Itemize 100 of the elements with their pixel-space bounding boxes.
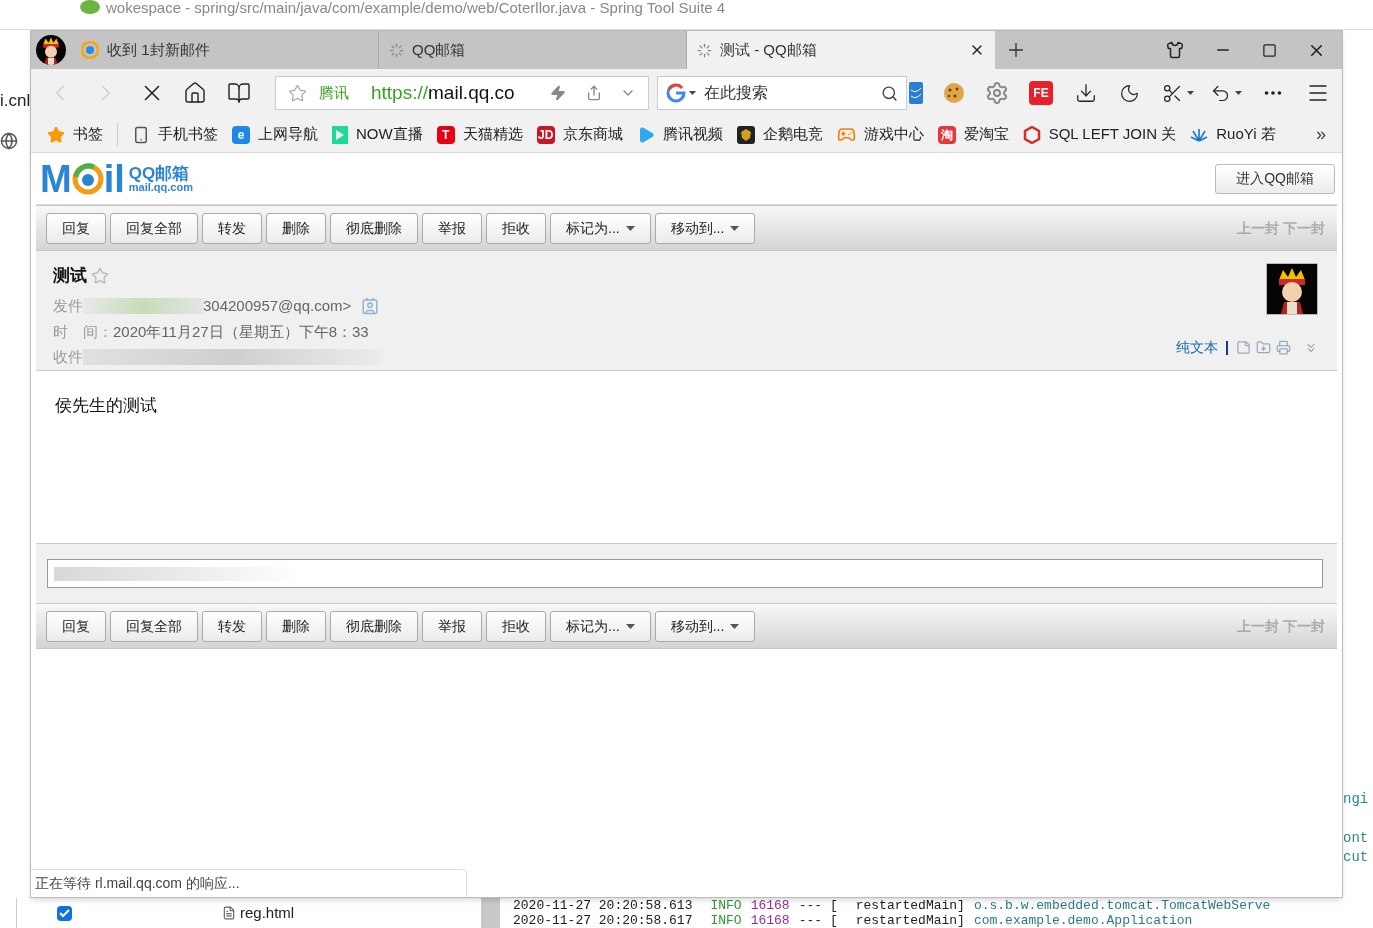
field-label: 时 间： (53, 322, 113, 342)
field-label: 收件 (53, 346, 83, 367)
logo-text: il (103, 159, 125, 198)
log-pid: 16168 (750, 913, 790, 928)
file-icon (222, 906, 236, 920)
bookmark-item[interactable]: 上网导航 (258, 123, 318, 146)
maximize-icon[interactable] (1262, 42, 1277, 58)
bookmark-item[interactable]: RuoYi 若 (1216, 123, 1276, 146)
sender-address: 304200957@qq.com> (203, 295, 352, 316)
log-thread: restartedMain] (855, 898, 965, 913)
address-bar[interactable]: 腾讯 https://mail.qq.co (275, 76, 649, 110)
search-field[interactable]: 在此搜索 (657, 76, 907, 110)
toolbar-button[interactable]: 删除 (266, 610, 326, 642)
log-level: INFO (710, 913, 742, 928)
check-icon (59, 908, 70, 918)
bookmark-item[interactable]: NOW直播 (356, 123, 423, 146)
toolbar-button[interactable]: 彻底删除 (330, 212, 418, 244)
log-time: 2020-11-27 20:20:58.613 (513, 898, 693, 913)
log-logger: com.example.demo.Application (973, 913, 1193, 928)
plain-text-link[interactable]: 纯文本 (1176, 337, 1218, 358)
bookmark-item[interactable]: 游戏中心 (863, 123, 924, 146)
window-title: wokespace - spring/src/main/java/com/example/demo/web/Coterllor.java - Spring Tool Suite 4 (106, 0, 726, 15)
code-text: i.cnl (0, 90, 30, 112)
mail-body: 侯先生的测试 (55, 395, 158, 417)
globe-icon (0, 132, 18, 150)
dropdown-button[interactable]: 标记为... (550, 610, 651, 642)
browser-tab[interactable]: 测试 - QQ邮箱 (687, 31, 995, 69)
tab-title: 测试 - QQ邮箱 (720, 39, 817, 60)
toolbar-button[interactable]: 拒收 (486, 212, 546, 244)
console-text: cut (1343, 848, 1370, 867)
caret-icon (625, 623, 635, 629)
toolbar-button[interactable]: 回复 (46, 212, 106, 244)
bookmark-item[interactable]: 企鹅电竞 (762, 123, 823, 146)
logo-text: M (40, 159, 72, 198)
scrollbar (481, 898, 500, 928)
log-separator: --- [ (798, 898, 838, 913)
log-time: 2020-11-27 20:20:58.617 (513, 913, 693, 928)
quick-reply-field[interactable] (47, 559, 1323, 588)
search-engine-icon[interactable] (666, 83, 686, 103)
checkbox[interactable] (57, 905, 72, 921)
bookmark-item[interactable]: SQL LEFT JOIN 关 (1048, 123, 1177, 146)
gear-icon[interactable] (985, 81, 1009, 105)
bookmark-item[interactable]: 京东商城 (562, 123, 623, 146)
log-level: INFO (710, 898, 742, 913)
lightning-icon[interactable] (550, 85, 566, 101)
toolbar-button[interactable]: 回复全部 (110, 212, 198, 244)
search-input[interactable]: 在此搜索 (704, 81, 864, 105)
bookmark-item[interactable]: 腾讯视频 (662, 123, 723, 146)
skin-icon[interactable] (1166, 41, 1184, 59)
url-text: https://mail.qq.co (371, 80, 515, 105)
toolbar-button[interactable]: 回复全部 (110, 610, 198, 642)
more-bookmarks-button[interactable]: » (1316, 121, 1326, 148)
home-icon[interactable] (183, 81, 207, 105)
toolbar-button[interactable]: 拒收 (486, 610, 546, 642)
phone-icon (132, 125, 150, 144)
bookmark-icon: T (436, 125, 455, 144)
enter-mailbox-button[interactable]: 进入QQ邮箱 (1215, 163, 1335, 194)
bookmark-item[interactable]: 手机书签 (158, 123, 218, 146)
status-text: 正在等待 rl.mail.qq.com 的响应... (35, 874, 240, 893)
dropdown-button[interactable]: 移动到... (654, 610, 756, 642)
console-text: ont (1343, 829, 1370, 848)
ring-icon (71, 162, 104, 195)
tree-item[interactable]: reg.html (240, 901, 295, 925)
download-icon[interactable] (1075, 82, 1097, 104)
caret-icon[interactable] (1235, 91, 1242, 95)
search-icon[interactable] (881, 84, 898, 102)
date-time: 2020年11月27日（星期五）下午8：33 (113, 322, 369, 342)
star-icon[interactable] (91, 266, 109, 285)
logo-domain: mail.qq.com (128, 181, 193, 193)
dropdown-button[interactable]: 标记为... (550, 212, 651, 244)
tab-title: 收到 1封新邮件 (107, 39, 210, 60)
bookmark-icon: e (232, 125, 250, 144)
toolbar-button[interactable]: 转发 (202, 610, 262, 642)
toolbar-button[interactable]: 举报 (422, 610, 482, 642)
site-label: 腾讯 (319, 82, 349, 103)
toolbar-button[interactable]: 删除 (266, 212, 326, 244)
toolbar-button[interactable]: 回复 (46, 610, 106, 642)
logo-name: QQ邮箱 (128, 164, 190, 182)
cookie-icon[interactable] (943, 82, 965, 104)
caret-icon (730, 623, 740, 629)
toolbar-button[interactable]: 彻底删除 (330, 610, 418, 642)
dropdown-button[interactable]: 移动到... (654, 212, 756, 244)
extension-icon[interactable] (909, 82, 923, 104)
toolbar-button[interactable]: 转发 (202, 212, 262, 244)
log-logger: o.s.b.w.embedded.tomcat.TomcatWebServe (973, 898, 1271, 913)
moon-icon[interactable] (1119, 82, 1140, 104)
share-icon[interactable] (586, 85, 602, 101)
log-pid: 16168 (750, 898, 790, 913)
bookmark-item[interactable]: 天猫精选 (462, 123, 523, 146)
toolbar-button[interactable]: 举报 (422, 212, 482, 244)
tab-title: QQ邮箱 (412, 39, 466, 60)
star-icon[interactable] (288, 83, 307, 103)
caret-icon (689, 91, 696, 95)
caret-icon[interactable] (1187, 91, 1194, 95)
bookmark-item[interactable]: 书签 (73, 123, 103, 146)
scissors-icon[interactable] (1162, 82, 1183, 104)
book-icon[interactable] (227, 81, 251, 105)
console-text: ngi (1343, 790, 1370, 809)
bookmark-item[interactable]: 爱淘宝 (963, 123, 1009, 146)
extension-icon[interactable]: FE (1029, 81, 1053, 105)
